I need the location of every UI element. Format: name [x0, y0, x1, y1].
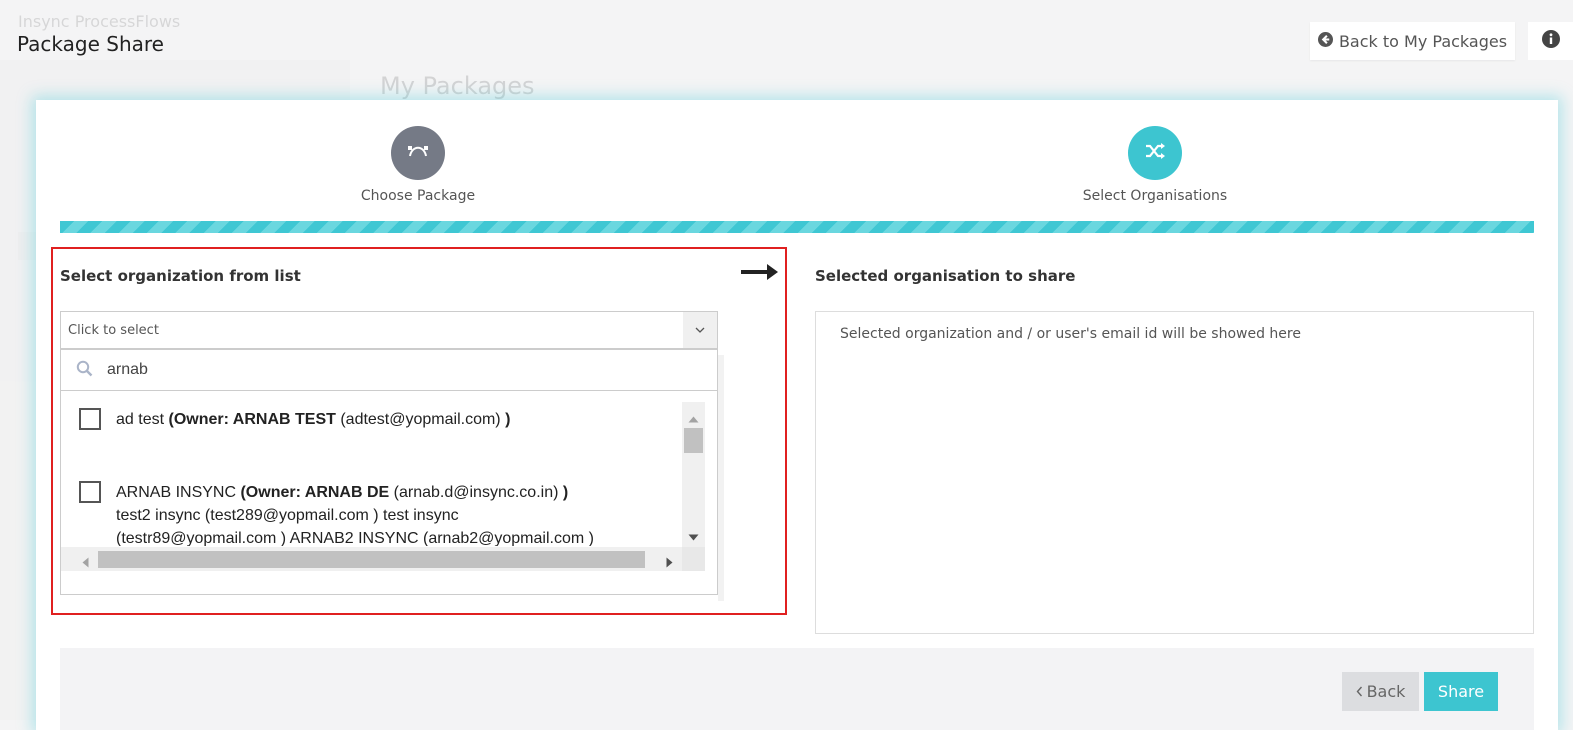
- option-text: ARNAB INSYNC (Owner: ARNAB DE (arnab.d@i…: [116, 481, 594, 546]
- shuffle-icon: [1144, 142, 1166, 164]
- option-name: ARNAB INSYNC: [116, 484, 241, 501]
- scroll-up-icon[interactable]: [688, 408, 699, 427]
- option-owner-email: (adtest@yopmail.com): [335, 411, 506, 428]
- selected-organisations-box: Selected organization and / or user's em…: [815, 311, 1534, 634]
- arrow-circle-left-icon: [1317, 31, 1333, 51]
- option-checkbox[interactable]: [79, 408, 101, 430]
- curve-icon: [407, 143, 429, 163]
- arrow-right-icon: [741, 263, 779, 285]
- background-heading: My Packages: [380, 72, 535, 100]
- share-wizard-modal: Choose Package Select Organisations Sele…: [36, 100, 1558, 730]
- info-icon: [1541, 30, 1560, 52]
- option-close: ): [505, 411, 511, 428]
- vertical-scrollbar[interactable]: [682, 402, 705, 547]
- option-checkbox[interactable]: [79, 481, 101, 503]
- back-button[interactable]: Back: [1342, 672, 1419, 711]
- horizontal-scrollbar[interactable]: [61, 547, 705, 571]
- share-button[interactable]: Share: [1424, 672, 1498, 711]
- step-label: Select Organisations: [1082, 188, 1228, 204]
- step-select-organisations[interactable]: Select Organisations: [1055, 126, 1255, 204]
- chevron-left-icon: [1356, 682, 1363, 701]
- chevron-down-icon[interactable]: [683, 312, 717, 348]
- vertical-scroll-thumb[interactable]: [684, 428, 703, 453]
- option-close: ): [562, 484, 569, 501]
- back-button-label: Back: [1366, 682, 1406, 701]
- step-choose-package[interactable]: Choose Package: [318, 126, 518, 204]
- back-to-packages-button[interactable]: Back to My Packages: [1310, 22, 1515, 60]
- option-owner: (Owner: ARNAB DE: [240, 484, 390, 501]
- organization-dropdown: ad test (Owner: ARNAB TEST (adtest@yopma…: [60, 349, 718, 595]
- back-to-packages-label: Back to My Packages: [1338, 31, 1508, 51]
- select-placeholder: Click to select: [68, 322, 159, 338]
- scroll-left-icon[interactable]: [82, 553, 89, 572]
- search-icon: [76, 360, 93, 381]
- scroll-right-icon[interactable]: [666, 553, 673, 572]
- option-owner-email: (arnab.d@insync.co.in): [389, 484, 563, 501]
- option-members-line: test2 insync (test289@yopmail.com ) test…: [116, 507, 459, 524]
- dropdown-shadow: [718, 355, 724, 601]
- organization-search-input[interactable]: [105, 360, 669, 380]
- organization-option[interactable]: ARNAB INSYNC (Owner: ARNAB DE (arnab.d@i…: [79, 481, 594, 546]
- option-name: ad test: [116, 411, 169, 428]
- select-organization-title: Select organization from list: [60, 267, 301, 285]
- scrollbar-corner: [682, 547, 705, 571]
- option-members-line: (testr89@yopmail.com ) ARNAB2 INSYNC (ar…: [116, 530, 594, 546]
- page-title: Package Share: [17, 32, 164, 56]
- organization-options-list[interactable]: ad test (Owner: ARNAB TEST (adtest@yopma…: [61, 391, 681, 546]
- info-button[interactable]: [1528, 22, 1573, 60]
- selected-organisations-placeholder: Selected organization and / or user's em…: [840, 326, 1301, 342]
- selected-organisation-title: Selected organisation to share: [815, 267, 1076, 285]
- dropdown-search-row: [61, 350, 717, 391]
- option-text: ad test (Owner: ARNAB TEST (adtest@yopma…: [116, 408, 510, 431]
- option-owner: (Owner: ARNAB TEST: [168, 411, 336, 428]
- step-circle: [391, 126, 445, 180]
- wizard-progress-bar: [60, 221, 1534, 233]
- scroll-down-icon[interactable]: [688, 526, 699, 545]
- organization-select[interactable]: Click to select: [60, 311, 718, 349]
- step-label: Choose Package: [360, 188, 476, 204]
- background-app-name: Insync ProcessFlows: [18, 12, 181, 31]
- step-circle: [1128, 126, 1182, 180]
- organization-option[interactable]: ad test (Owner: ARNAB TEST (adtest@yopma…: [79, 408, 510, 431]
- modal-footer: Back Share: [60, 648, 1534, 730]
- horizontal-scroll-thumb[interactable]: [98, 551, 645, 568]
